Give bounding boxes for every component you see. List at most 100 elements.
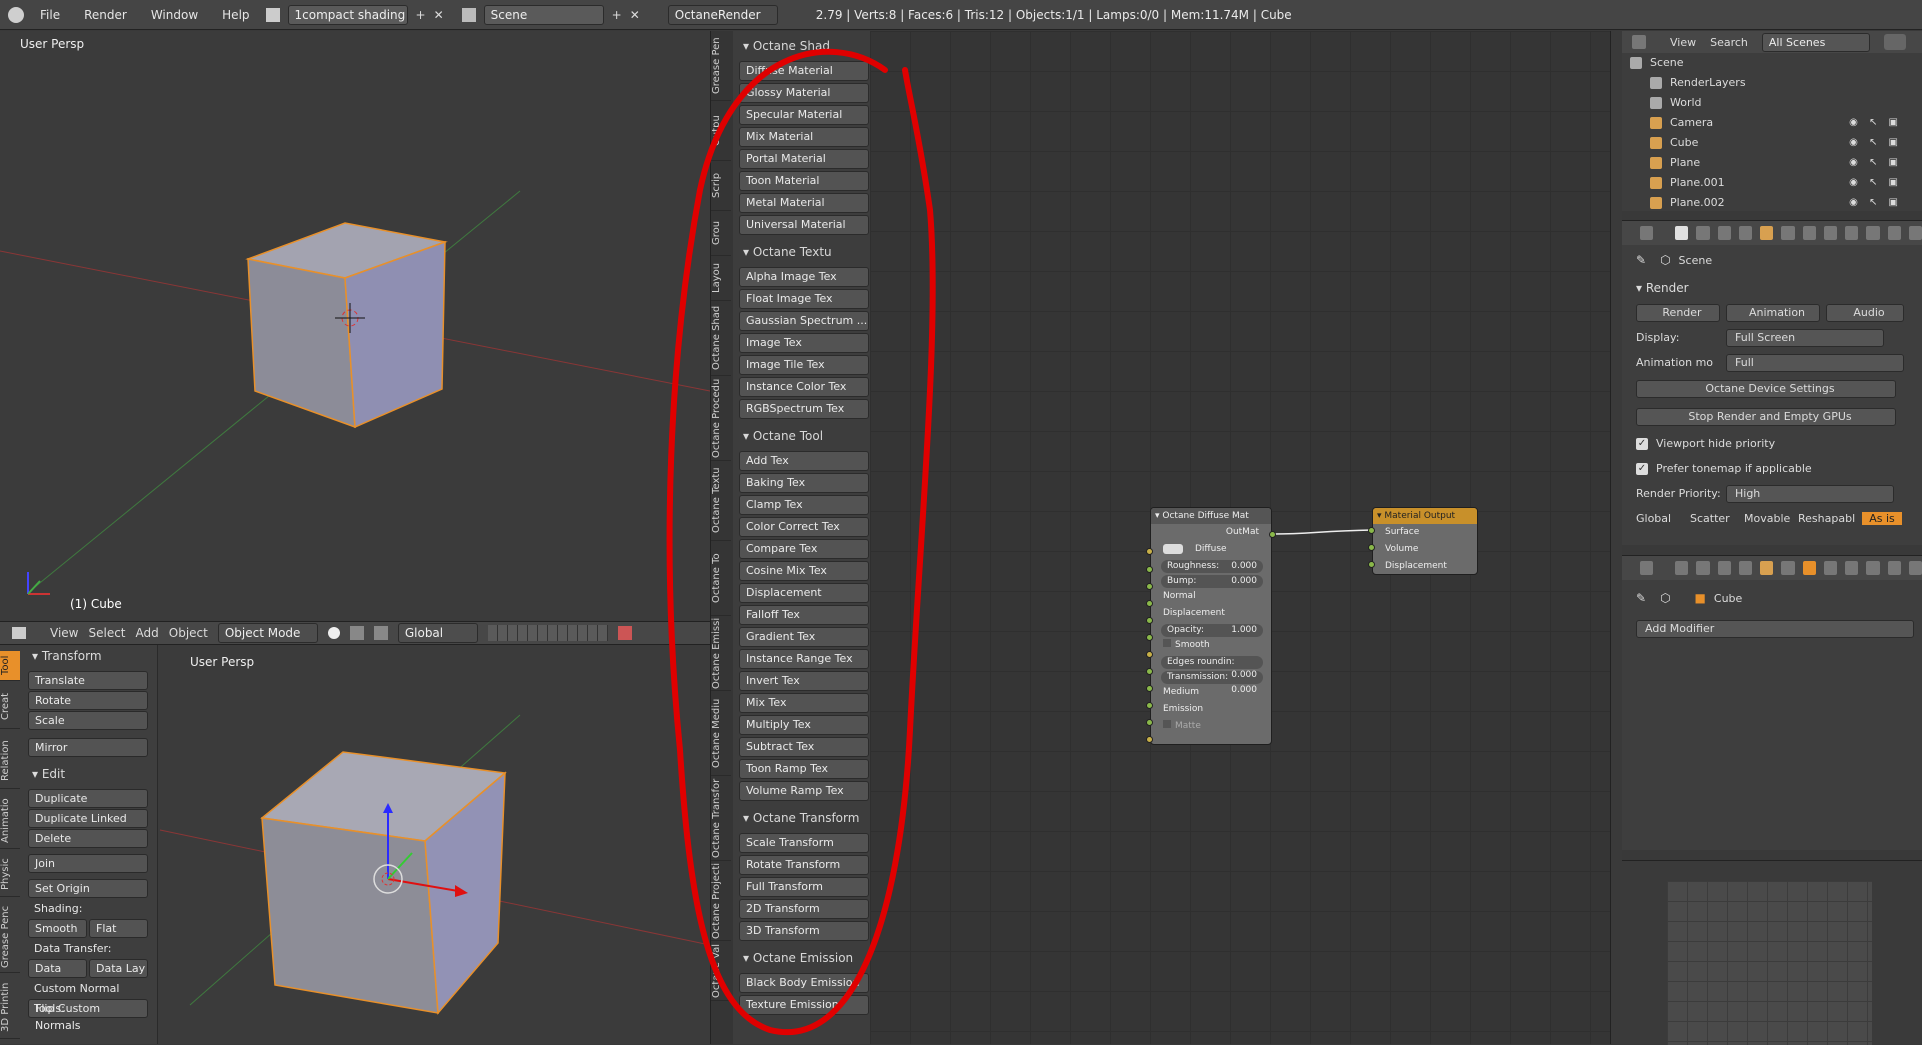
outliner-item[interactable]: RenderLayers [1630,73,1922,93]
add-menu[interactable]: Add [136,626,159,640]
material-output-node[interactable]: ▾ Material Output Surface Volume Displac… [1372,507,1478,575]
visibility-eye-icon[interactable]: ◉ ↖ ▣ [1849,193,1902,213]
movable-tab[interactable]: Movable [1744,512,1798,525]
constraints-tab-icon[interactable] [1781,226,1795,240]
outliner-view-menu[interactable]: View [1670,36,1696,49]
outliner-editor-icon[interactable] [1632,35,1646,49]
node-tab-3[interactable]: Grou [711,211,731,256]
surface-socket[interactable] [1368,527,1375,534]
bump-slider[interactable]: Bump: 0.000 [1161,575,1263,588]
node-add-button[interactable]: Image Tex [739,333,869,353]
edges-socket[interactable] [1146,668,1153,675]
world-tab-icon[interactable] [1738,226,1753,240]
node-add-button[interactable]: Multiply Tex [739,715,869,735]
area-divider[interactable] [1610,31,1622,1044]
node-editor-canvas[interactable]: ▾ Octane Diffuse Mat OutMat Diffuse Roug… [870,31,1610,1044]
material-tab-icon-2[interactable] [1845,561,1859,575]
node-add-button[interactable]: Toon Material [739,171,869,191]
node-add-button[interactable]: Specular Material [739,105,869,125]
render-engine-select[interactable]: OctaneRender [667,4,778,25]
output-node-header[interactable]: ▾ Material Output [1373,508,1477,524]
node-add-button[interactable]: Displacement [739,583,869,603]
node-section-3[interactable]: ▾ Octane Transform [739,803,869,833]
scene-field[interactable]: Scene [483,4,604,25]
diffuse-socket[interactable] [1146,548,1153,555]
particles-tab-icon-2[interactable] [1887,561,1901,575]
audio-button[interactable]: Audio [1826,303,1904,322]
node-tab-4[interactable]: Layou [711,256,731,301]
flip-normals-button[interactable]: Flip Custom Normals [28,999,148,1032]
tab-physics[interactable]: Physic [0,853,20,897]
visibility-eye-icon[interactable]: ◉ ↖ ▣ [1849,133,1902,153]
layers-tab-icon[interactable] [1696,226,1710,240]
outmat-socket[interactable] [1269,531,1276,538]
scale-button[interactable]: Scale [28,711,148,730]
node-add-button[interactable]: Cosine Mix Tex [739,561,869,581]
modifiers-tab-icon[interactable] [1802,226,1816,240]
remove-scene-icon[interactable]: ✕ [630,8,640,22]
node-add-button[interactable]: 3D Transform [739,921,869,941]
object-tab-icon[interactable] [1760,226,1774,240]
menu-render[interactable]: Render [76,8,135,22]
render-panel-title[interactable]: ▾ Render [1622,275,1922,300]
render-priority-select[interactable]: High [1726,484,1894,503]
node-add-button[interactable]: Color Correct Tex [739,517,869,537]
node-add-button[interactable]: Instance Range Tex [739,649,869,669]
output-displacement-socket[interactable] [1368,561,1375,568]
duplicate-button[interactable]: Duplicate [28,789,148,808]
menu-help[interactable]: Help [214,8,257,22]
view-menu[interactable]: View [50,626,78,640]
orientation-select[interactable]: Global [397,623,478,643]
world-tab-icon-2[interactable] [1738,561,1753,575]
rotate-button[interactable]: Rotate [28,691,148,710]
render-button[interactable]: Render [1636,303,1720,322]
mode-select[interactable]: Object Mode [217,623,318,643]
node-tab-8[interactable]: Octane To [711,541,731,616]
flat-button[interactable]: Flat [89,919,148,938]
animation-mode-select[interactable]: Full [1726,353,1904,372]
add-layout-icon[interactable]: + [416,8,426,22]
shading-sphere-icon[interactable] [327,627,340,639]
node-add-button[interactable]: Compare Tex [739,539,869,559]
medium-socket[interactable] [1146,702,1153,709]
manipulator-icon[interactable] [373,626,388,640]
texture-tab-icon-2[interactable] [1866,561,1880,575]
matte-checkbox-box[interactable] [1163,720,1171,728]
outliner-item[interactable]: Cube ◉ ↖ ▣ [1630,133,1922,153]
node-add-button[interactable]: Black Body Emission [739,973,869,993]
material-tab-icon[interactable] [1845,226,1859,240]
tab-relation[interactable]: Relation [0,733,20,789]
transform-panel-title[interactable]: ▾ Transform [28,645,148,667]
node-add-button[interactable]: Universal Material [739,215,869,235]
matte-checkbox[interactable]: Matte [1151,718,1271,735]
tab-animation[interactable]: Animatio [0,793,20,849]
lock-layers-icon[interactable] [617,626,632,640]
outliner-item[interactable]: Plane.001 ◉ ↖ ▣ [1630,173,1922,193]
tab-tool[interactable]: Tool [0,651,20,681]
node-tab-7[interactable]: Octane Textu [711,461,731,541]
object-tab-icon-2[interactable] [1760,561,1774,575]
node-add-button[interactable]: RGBSpectrum Tex [739,399,869,419]
normal-socket[interactable] [1146,600,1153,607]
menu-window[interactable]: Window [143,8,206,22]
node-add-button[interactable]: Gaussian Spectrum ... [739,311,869,331]
smooth-checkbox-box[interactable] [1163,639,1171,647]
viewport-hide-checkbox[interactable]: ✓ [1636,437,1648,450]
physics-tab-icon-2[interactable] [1908,561,1922,575]
pivot-icon[interactable] [349,626,364,640]
data-button[interactable]: Data [28,959,87,978]
constraints-tab-icon-2[interactable] [1781,561,1795,575]
node-tab-1[interactable]: Outpu [711,101,731,161]
volume-socket[interactable] [1368,544,1375,551]
node-add-button[interactable]: Diffuse Material [739,61,869,81]
node-section-2[interactable]: ▾ Octane Tool [739,421,869,451]
matte-socket[interactable] [1146,736,1153,743]
octane-diffuse-node[interactable]: ▾ Octane Diffuse Mat OutMat Diffuse Roug… [1150,507,1272,745]
display-select[interactable]: Full Screen [1726,328,1884,347]
wrench-icon[interactable] [1802,561,1816,575]
bump-socket[interactable] [1146,583,1153,590]
octane-device-settings-button[interactable]: Octane Device Settings [1636,380,1896,398]
menu-file[interactable]: File [32,8,68,22]
pin-icon[interactable]: ✎ [1636,253,1646,267]
node-add-button[interactable]: Float Image Tex [739,289,869,309]
